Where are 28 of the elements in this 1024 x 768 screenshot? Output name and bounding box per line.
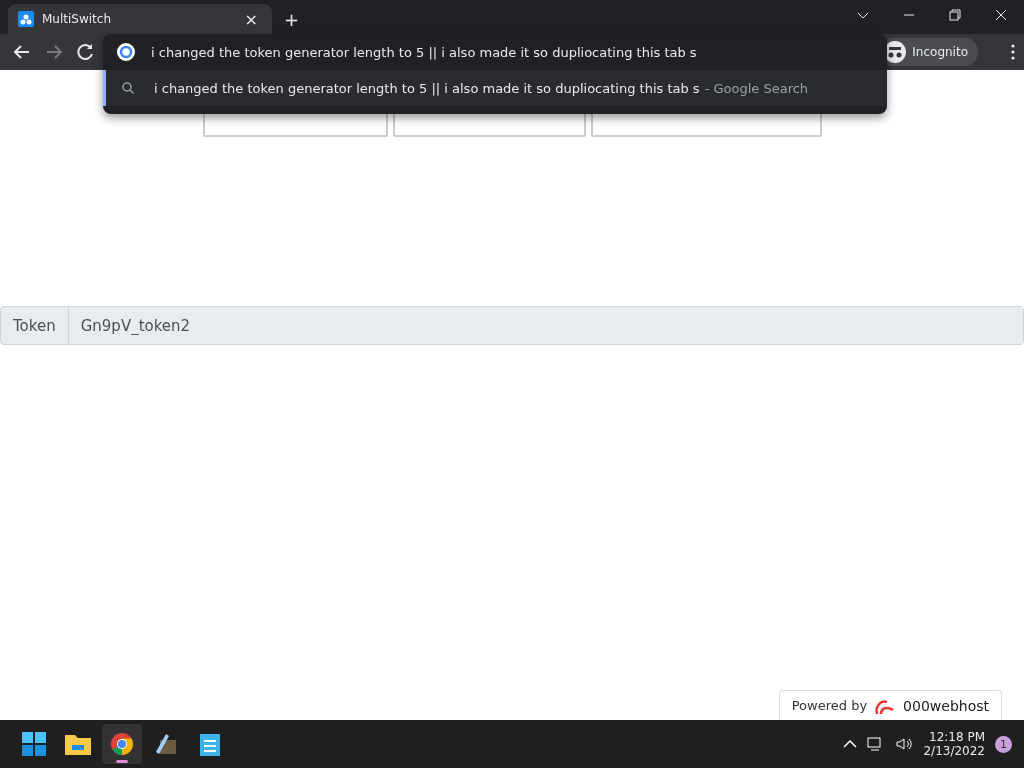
browser-tab[interactable]: MultiSwitch × <box>8 4 272 34</box>
notepad-icon <box>200 732 220 756</box>
token-label: Token <box>1 307 69 344</box>
incognito-label: Incognito <box>912 45 968 59</box>
chrome-icon <box>111 733 133 755</box>
windows-logo-icon <box>22 732 46 756</box>
chevron-up-icon[interactable] <box>843 739 858 749</box>
site-icon <box>18 11 34 27</box>
notification-count[interactable]: 1 <box>995 735 1012 753</box>
brand-name: 000webhost <box>903 697 989 714</box>
search-icon <box>122 82 134 94</box>
tab-close-button[interactable]: × <box>240 9 262 29</box>
volume-icon[interactable] <box>895 736 914 752</box>
powered-by-badge[interactable]: Powered by 000webhost <box>778 690 1002 720</box>
folder-icon <box>65 733 91 755</box>
suggestion-source: - Google Search <box>704 80 809 96</box>
suggestion-text: i changed the token generator length to 5 || i also made it so dupliocating this tab s <box>154 80 700 96</box>
taskbar-app[interactable] <box>102 724 142 764</box>
token-field[interactable]: Token Gn9pV_token2 <box>0 306 1024 345</box>
tab-title: MultiSwitch <box>42 12 112 26</box>
clock-time: 12:18 PM <box>929 730 985 744</box>
more-menu-icon[interactable] <box>1010 44 1016 60</box>
powered-by-text: Powered by <box>791 698 868 713</box>
toolbox-icon <box>154 732 178 756</box>
clock-date: 2/13/2022 <box>923 744 985 758</box>
new-tab-button[interactable]: + <box>280 9 304 30</box>
address-input[interactable]: i changed the token generator length to 5 || i also made it so dupliocating this tab s <box>151 44 697 60</box>
suggestion-item[interactable]: i changed the token generator length to 5 || i also made it so dupliocating this tab s - Google Search <box>103 70 887 106</box>
